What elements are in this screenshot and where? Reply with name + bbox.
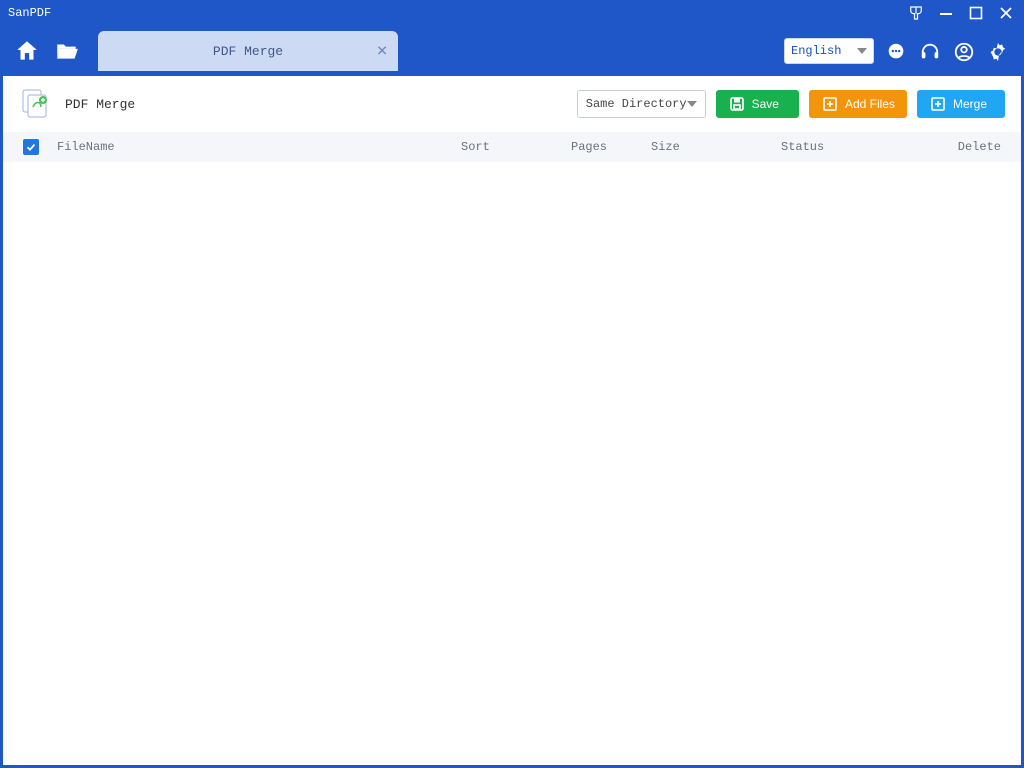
column-size[interactable]: Size <box>651 140 781 154</box>
save-button[interactable]: Save <box>716 90 799 118</box>
content: PDF Merge Same Directory Save Add Files … <box>3 76 1021 765</box>
merge-icon <box>929 95 947 113</box>
language-selected-label: English <box>791 44 857 58</box>
column-pages[interactable]: Pages <box>571 140 651 154</box>
settings-icon[interactable] <box>984 38 1012 66</box>
header: PDF Merge ✕ English <box>0 26 1024 76</box>
minimize-icon[interactable] <box>934 1 958 25</box>
open-folder-icon[interactable] <box>52 36 82 66</box>
tab-label: PDF Merge <box>213 44 283 59</box>
language-select[interactable]: English <box>784 38 874 64</box>
merge-button[interactable]: Merge <box>917 90 1005 118</box>
theme-icon[interactable] <box>904 1 928 25</box>
chevron-down-icon <box>857 48 867 54</box>
add-files-button-label: Add Files <box>845 97 895 111</box>
column-sort[interactable]: Sort <box>461 140 571 154</box>
add-files-button[interactable]: Add Files <box>809 90 907 118</box>
maximize-icon[interactable] <box>964 1 988 25</box>
page-title: PDF Merge <box>65 97 135 112</box>
pdf-merge-icon <box>19 87 53 121</box>
titlebar: SanPDF <box>0 0 1024 26</box>
output-directory-label: Same Directory <box>586 97 687 111</box>
support-icon[interactable] <box>916 38 944 66</box>
select-all-checkbox[interactable] <box>23 139 39 155</box>
toolbar: PDF Merge Same Directory Save Add Files … <box>3 76 1021 132</box>
add-icon <box>821 95 839 113</box>
column-status[interactable]: Status <box>781 140 931 154</box>
close-icon[interactable] <box>994 1 1018 25</box>
save-icon <box>728 95 746 113</box>
app-title: SanPDF <box>8 6 51 20</box>
tab-close-icon[interactable]: ✕ <box>376 43 388 60</box>
feedback-icon[interactable] <box>882 38 910 66</box>
output-directory-select[interactable]: Same Directory <box>577 90 706 118</box>
home-icon[interactable] <box>12 36 42 66</box>
tab-pdf-merge[interactable]: PDF Merge ✕ <box>98 31 398 71</box>
merge-button-label: Merge <box>953 97 987 111</box>
account-icon[interactable] <box>950 38 978 66</box>
column-filename[interactable]: FileName <box>57 140 461 154</box>
save-button-label: Save <box>752 97 779 111</box>
table-header: FileName Sort Pages Size Status Delete <box>3 132 1021 162</box>
chevron-down-icon <box>687 101 697 107</box>
table-body <box>3 162 1021 765</box>
column-delete[interactable]: Delete <box>931 140 1001 154</box>
